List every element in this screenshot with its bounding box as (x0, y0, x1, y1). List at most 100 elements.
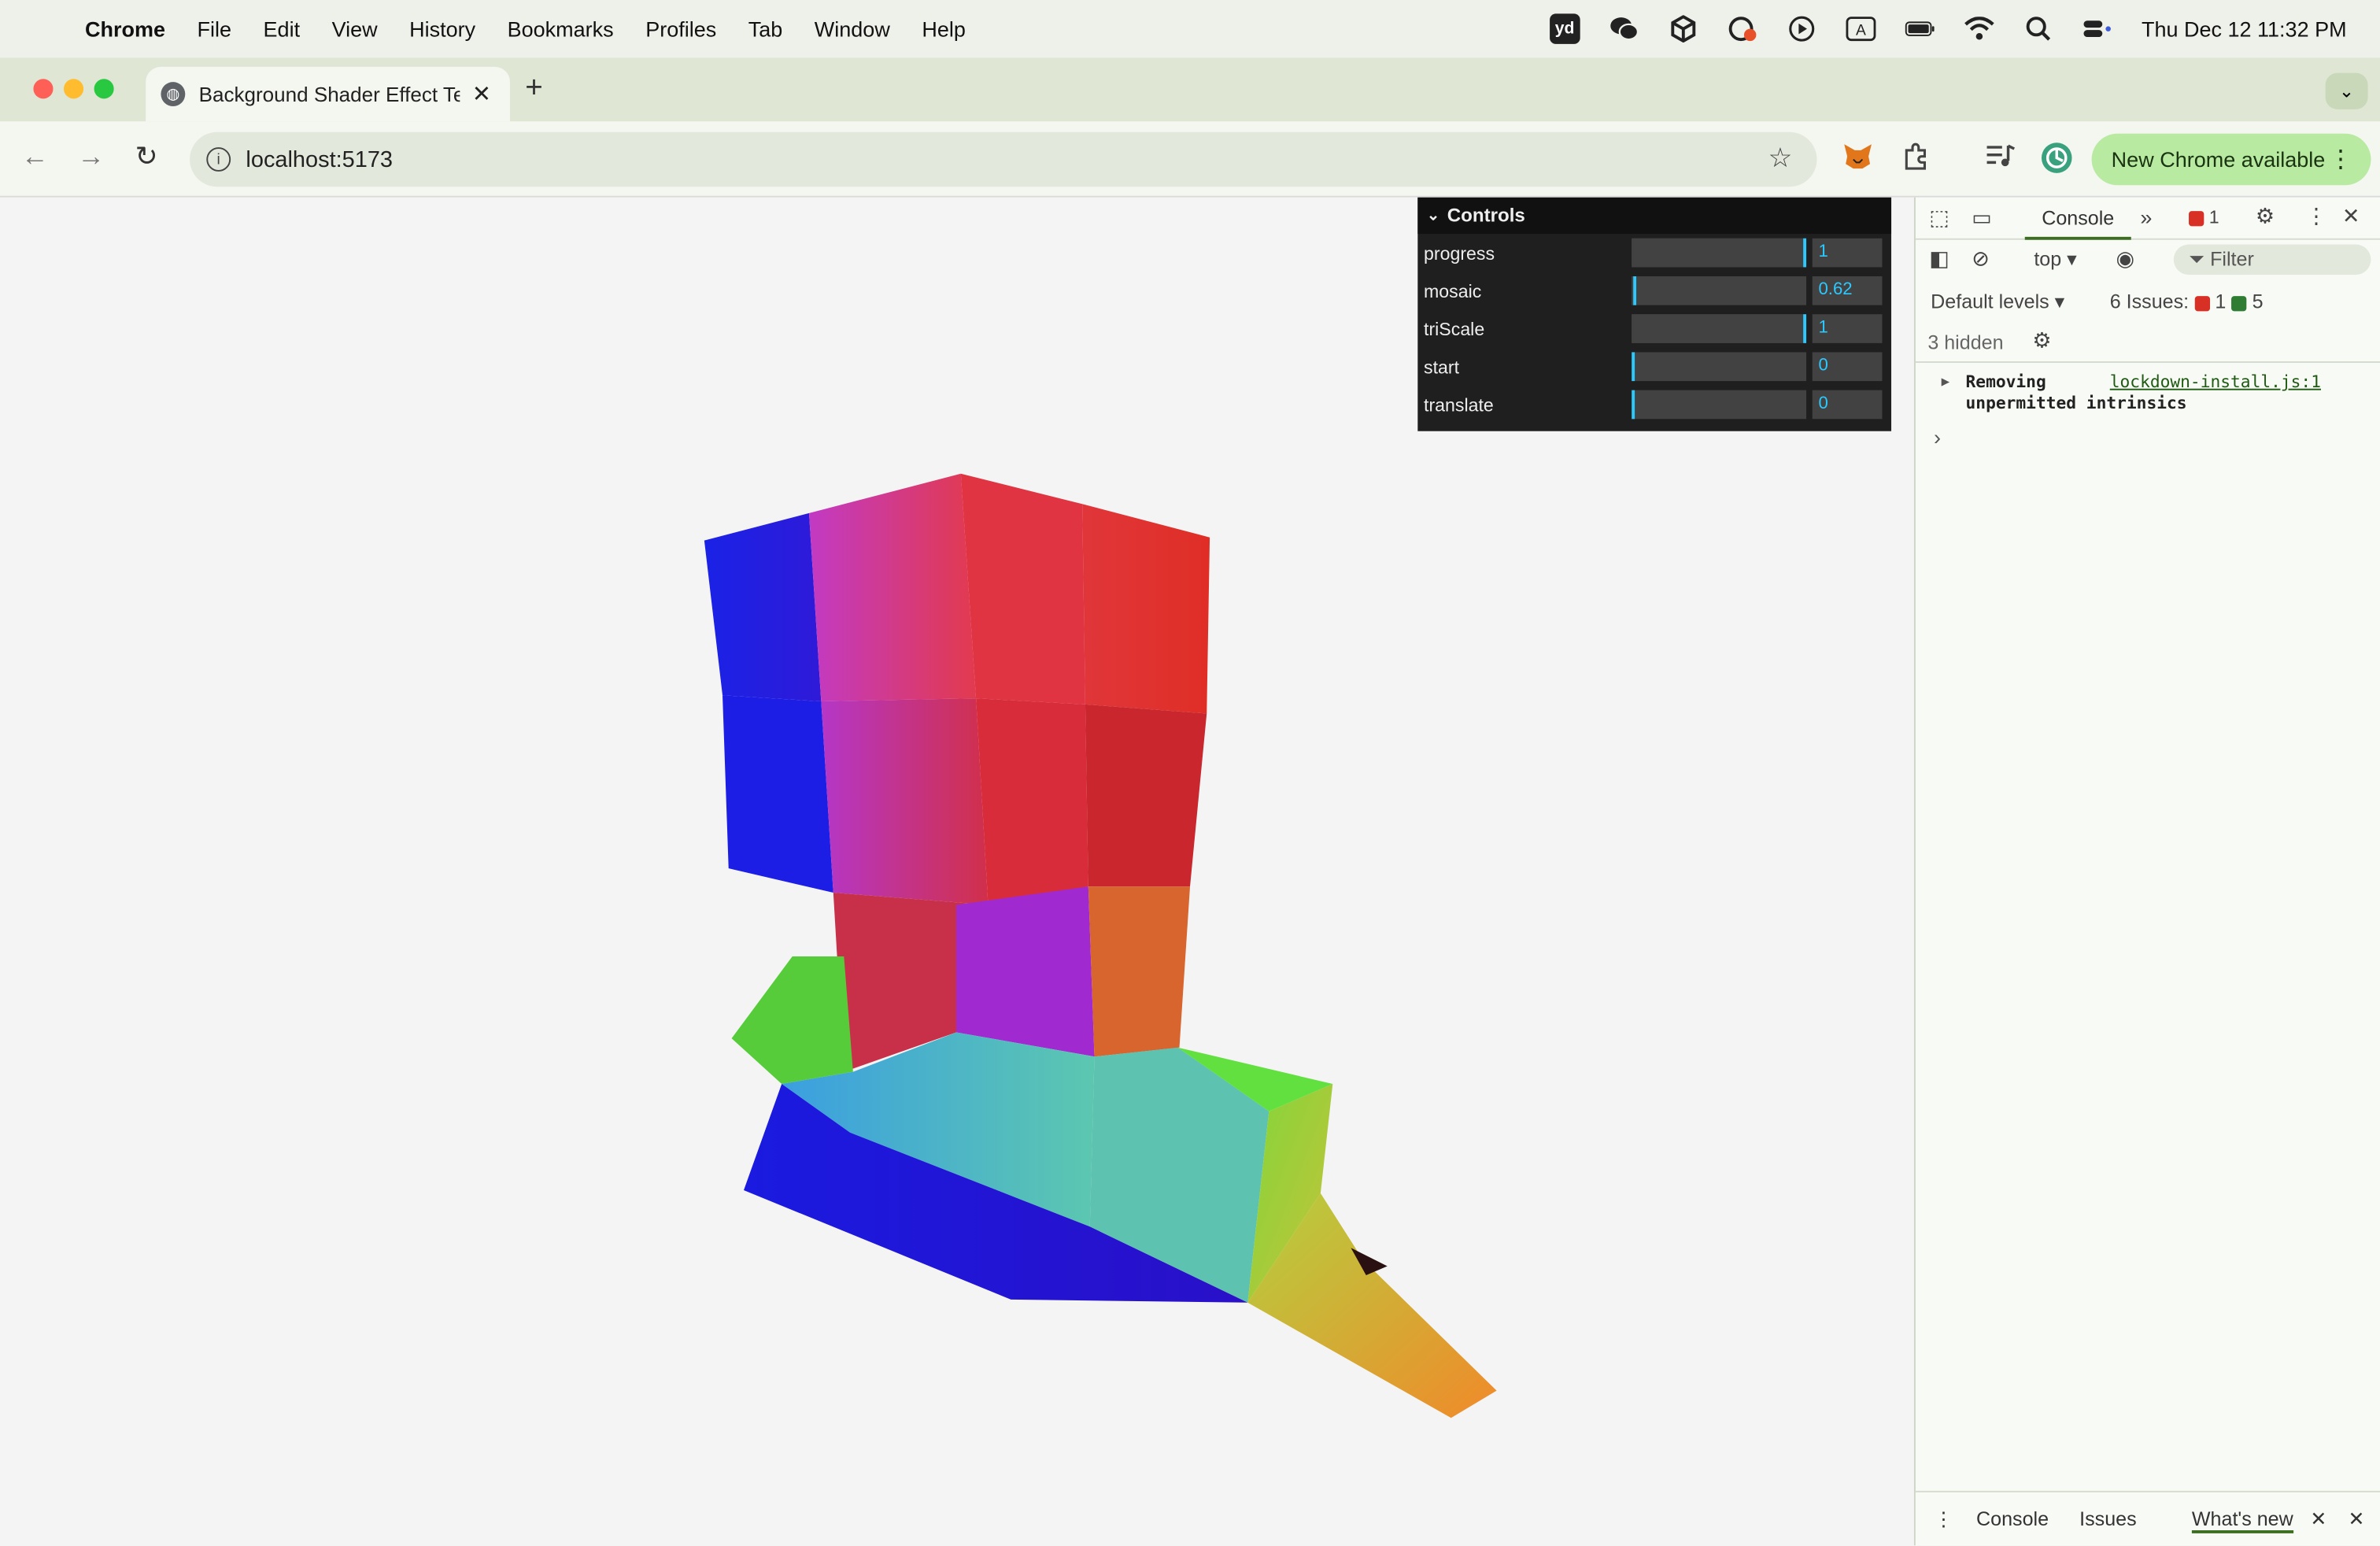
issues-counter[interactable]: 6 Issues: 1 5 (2110, 290, 2264, 313)
input-source-icon[interactable]: A (1846, 13, 1876, 44)
control-row-triscale: triScale 1 (1417, 309, 1891, 347)
page-viewport[interactable]: ⌄ Controls progress 1 mosaic 0.62 triSca… (0, 197, 1914, 1546)
extensions-puzzle-icon[interactable] (1902, 142, 1930, 177)
issue-message-icon (2231, 295, 2247, 311)
url-text[interactable]: localhost:5173 (246, 146, 393, 172)
youdao-icon[interactable]: yd (1549, 13, 1580, 44)
start-slider[interactable] (1632, 352, 1807, 382)
progress-number-input[interactable]: 1 (1812, 238, 1883, 268)
controls-header[interactable]: ⌄ Controls (1417, 197, 1892, 235)
control-row-mosaic: mosaic 0.62 (1417, 272, 1891, 309)
drawer-tab-whats-new[interactable]: What's new (2191, 1507, 2293, 1533)
more-vertical-icon[interactable]: ⋮ (2328, 144, 2352, 175)
new-tab-button[interactable]: + (525, 72, 543, 106)
menu-chrome[interactable]: Chrome (85, 17, 165, 41)
filter-funnel-icon: ⏷ (2189, 247, 2205, 271)
devtools-drawer: ⋮ Console Issues What's new ✕ ✕ (1915, 1490, 2380, 1546)
translate-slider[interactable] (1632, 390, 1807, 420)
address-bar[interactable]: i localhost:5173 ☆ (190, 131, 1817, 187)
drawer-tab-console[interactable]: Console (1976, 1507, 2049, 1530)
shape-darkred-right (1085, 704, 1207, 887)
close-drawer-icon[interactable]: ✕ (2349, 1507, 2365, 1532)
shape-red-mid (976, 698, 1088, 905)
tab-console[interactable]: Console (2024, 198, 2131, 240)
error-counter[interactable]: 1 (2189, 206, 2219, 227)
eye-icon[interactable]: ◉ (2116, 246, 2134, 272)
drawer-menu-icon[interactable]: ⋮ (1934, 1507, 1953, 1532)
globe-icon: ◍ (161, 82, 186, 107)
inspect-element-icon[interactable]: ⬚ (1929, 205, 1949, 231)
console-settings-gear-icon[interactable]: ⚙ (2032, 328, 2051, 354)
minimize-window-button[interactable] (64, 79, 84, 99)
translate-number-input[interactable]: 0 (1812, 390, 1883, 420)
control-label: progress (1424, 242, 1495, 264)
filter-input[interactable]: ⏷ Filter (2173, 244, 2371, 276)
close-devtools-icon[interactable]: ✕ (2342, 203, 2360, 229)
spotlight-icon[interactable] (2023, 13, 2054, 44)
new-chrome-available-button[interactable]: New Chrome available ⋮ (2091, 133, 2371, 186)
mosaic-number-input[interactable]: 0.62 (1812, 276, 1883, 305)
menu-file[interactable]: File (198, 17, 232, 41)
browser-tab-active[interactable]: ◍ Background Shader Effect Test ✕ (146, 66, 511, 122)
menu-help[interactable]: Help (922, 17, 966, 41)
box-icon[interactable] (1668, 13, 1698, 44)
menu-profiles[interactable]: Profiles (645, 17, 716, 41)
settings-gear-icon[interactable]: ⚙ (2256, 203, 2275, 229)
media-controls-icon[interactable] (1986, 142, 2016, 177)
device-toolbar-icon[interactable]: ▭ (1972, 205, 1992, 231)
menu-tab[interactable]: Tab (748, 17, 783, 41)
control-row-progress: progress 1 (1417, 234, 1891, 272)
shape-green-wing (731, 956, 853, 1085)
wifi-icon[interactable] (1964, 13, 1994, 44)
clear-console-icon[interactable]: ⊘ (1972, 246, 1990, 272)
profile-avatar-icon[interactable] (2040, 141, 2073, 182)
devtools-tabbar: ⬚ ▭ Console » 1 ⚙ ⋮ ✕ (1915, 198, 2380, 240)
control-center-icon[interactable] (2082, 13, 2113, 44)
macos-menu-bar: Chrome File Edit View History Bookmarks … (0, 0, 2380, 58)
wechat-icon[interactable] (1609, 13, 1639, 44)
more-tabs-chevron-icon[interactable]: » (2140, 205, 2152, 229)
forward-arrow-icon[interactable]: → (77, 141, 105, 173)
triscale-slider[interactable] (1632, 314, 1807, 343)
menubar-clock[interactable]: Thu Dec 12 11:32 PM (2142, 17, 2347, 41)
menu-history[interactable]: History (409, 17, 475, 41)
log-source-link[interactable]: lockdown-install.js:1 (2110, 372, 2321, 392)
default-levels-dropdown[interactable]: Default levels ▾ (1931, 290, 2064, 314)
menu-view[interactable]: View (332, 17, 378, 41)
context-selector[interactable]: top ▾ (2034, 247, 2076, 272)
close-whats-new-icon[interactable]: ✕ (2310, 1507, 2326, 1532)
shape-purple-mid (821, 698, 989, 905)
play-icon[interactable] (1787, 13, 1817, 44)
console-prompt-chevron-icon[interactable]: › (1934, 425, 1941, 449)
start-number-input[interactable]: 0 (1812, 352, 1883, 382)
cast-icon[interactable] (1727, 13, 1757, 44)
battery-icon[interactable] (1905, 13, 1935, 44)
mosaic-slider[interactable] (1632, 276, 1807, 305)
shape-blue-left-lower (722, 695, 833, 893)
sidebar-toggle-icon[interactable]: ◧ (1929, 246, 1949, 272)
drawer-tab-issues[interactable]: Issues (2079, 1507, 2136, 1530)
menu-window[interactable]: Window (815, 17, 890, 41)
tab-search-chevron-icon[interactable]: ⌄ (2325, 72, 2368, 109)
issue-error-icon (2194, 295, 2210, 311)
close-window-button[interactable] (33, 79, 54, 99)
shape-blue-left-upper (704, 512, 822, 702)
zoom-window-button[interactable] (94, 79, 114, 99)
more-vertical-icon[interactable]: ⋮ (2306, 203, 2327, 229)
console-levels-row: Default levels ▾ 6 Issues: 1 5 (1916, 281, 2380, 322)
expand-triangle-icon[interactable]: ▶ (1942, 375, 1949, 390)
control-label: start (1424, 357, 1460, 379)
shape-red-right-upper (1082, 504, 1210, 714)
new-chrome-label: New Chrome available (2111, 147, 2326, 172)
reload-icon[interactable]: ↻ (135, 141, 158, 173)
svg-text:A: A (1856, 23, 1866, 39)
triscale-number-input[interactable]: 1 (1812, 314, 1883, 343)
menu-edit[interactable]: Edit (264, 17, 301, 41)
menu-bookmarks[interactable]: Bookmarks (508, 17, 614, 41)
close-tab-icon[interactable]: ✕ (472, 80, 491, 108)
back-arrow-icon[interactable]: ← (21, 141, 49, 173)
site-info-icon[interactable]: i (206, 147, 231, 172)
bookmark-star-icon[interactable]: ☆ (1768, 142, 1793, 175)
metamask-fox-icon[interactable] (1842, 142, 1873, 177)
progress-slider[interactable] (1632, 238, 1807, 268)
